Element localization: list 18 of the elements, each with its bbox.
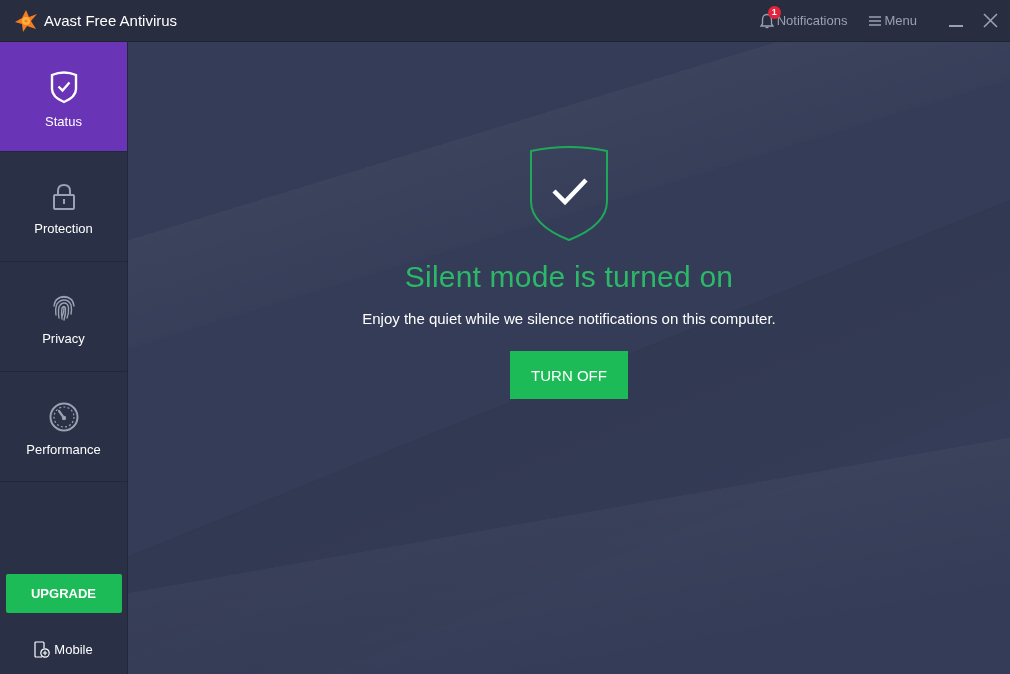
bell-icon xyxy=(759,12,774,29)
shield-check-icon xyxy=(529,145,609,242)
sidebar-item[interactable]: Status xyxy=(0,42,127,152)
menu-icon xyxy=(869,15,882,26)
window-title: Avast Free Antivirus xyxy=(44,12,178,29)
speedometer-icon xyxy=(48,402,79,432)
close-icon xyxy=(983,13,998,28)
fingerprint-icon xyxy=(51,293,76,321)
shield-check-icon xyxy=(49,70,78,104)
minimize-icon xyxy=(949,24,963,27)
logo-icon xyxy=(14,8,38,33)
status-title: Silent mode is turned on xyxy=(404,260,734,294)
status-message: Enjoy the quiet while we silence notifications on this computer. xyxy=(362,310,776,327)
phone-plus-icon xyxy=(34,641,51,658)
close-button[interactable] xyxy=(983,13,998,28)
menu-button[interactable]: Menu xyxy=(869,13,917,28)
lock-icon xyxy=(51,183,76,211)
mobile-link[interactable]: Mobile xyxy=(34,641,93,658)
